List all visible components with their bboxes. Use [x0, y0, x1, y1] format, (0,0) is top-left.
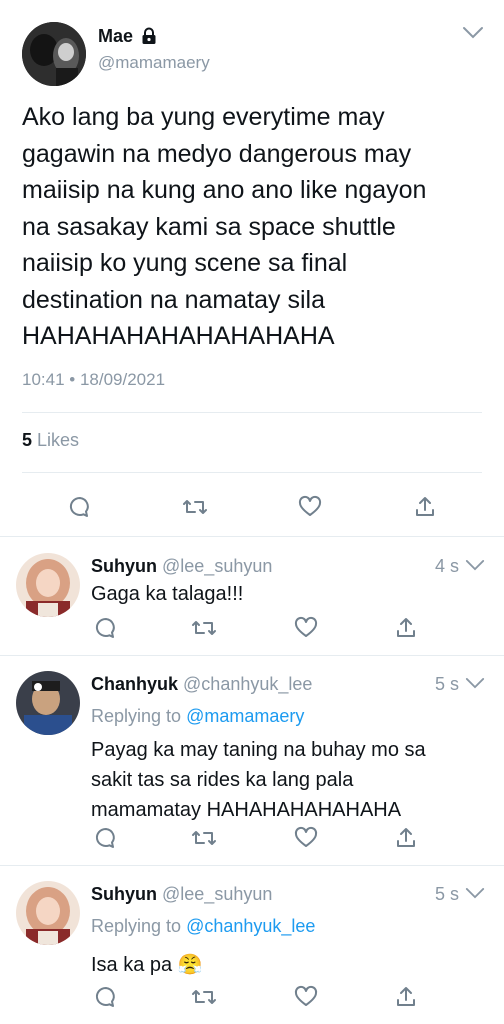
replying-to-handle[interactable]: @chanhyuk_lee: [186, 916, 315, 936]
likes-row[interactable]: 5 Likes: [22, 430, 79, 451]
reply-text: Isa ka pa 😤: [91, 950, 203, 980]
section-divider: [0, 865, 504, 866]
reply-line: Payag ka may taning na buhay mo sa: [91, 739, 426, 761]
share-icon[interactable]: [412, 494, 438, 520]
share-icon[interactable]: [393, 615, 419, 641]
section-divider: [0, 536, 504, 537]
reply-line: Gaga ka talaga!!!: [91, 583, 244, 605]
retweet-icon[interactable]: [191, 825, 217, 851]
replying-to-label: Replying to: [91, 916, 182, 936]
reply-author-name[interactable]: Suhyun: [91, 556, 157, 576]
reply-icon[interactable]: [67, 494, 93, 520]
likes-label: Likes: [37, 430, 80, 450]
tweet-line: Ako lang ba yung everytime may: [22, 103, 385, 131]
reply-author-handle[interactable]: @lee_suhyun: [162, 556, 272, 576]
reply-line: Isa ka pa 😤: [91, 954, 203, 976]
reply-avatar[interactable]: [16, 671, 80, 735]
share-icon[interactable]: [393, 825, 419, 851]
likes-count: 5: [22, 430, 33, 450]
tweet-line: na sasakay kami sa space shuttle: [22, 212, 396, 241]
reply-text: Gaga ka talaga!!!: [91, 579, 243, 609]
reply-avatar[interactable]: [16, 553, 80, 617]
tweet-line: HAHAHAHAHAHAHAHAHA: [22, 322, 335, 350]
reply-header: Suhyun @lee_suhyun: [91, 556, 272, 577]
reply-avatar[interactable]: [16, 881, 80, 945]
reply-text: Payag ka may taning na buhay mo sa sakit…: [91, 735, 426, 825]
tweet-line: naiisip ko yung scene sa final: [22, 249, 348, 277]
heart-icon[interactable]: [297, 494, 323, 520]
reply-age: 4 s: [435, 556, 460, 576]
replying-to: Replying to @mamamaery: [91, 706, 304, 727]
section-divider: [0, 655, 504, 656]
replying-to: Replying to @chanhyuk_lee: [91, 916, 315, 937]
reply-header: Chanhyuk @chanhyuk_lee: [91, 674, 312, 695]
reply-author-name[interactable]: Suhyun: [91, 884, 157, 904]
heart-icon[interactable]: [293, 825, 319, 851]
chevron-down-icon[interactable]: [465, 559, 487, 573]
replying-to-handle[interactable]: @mamamaery: [186, 706, 304, 726]
replying-to-label: Replying to: [91, 706, 182, 726]
heart-icon[interactable]: [293, 615, 319, 641]
reply-icon[interactable]: [93, 825, 119, 851]
heart-icon[interactable]: [293, 984, 319, 1010]
tweet-text: Ako lang ba yung everytime may gagawin n…: [22, 99, 492, 355]
reply-line: mamamatay HAHAHAHAHAHAHA: [91, 799, 402, 821]
retweet-icon[interactable]: [191, 615, 217, 641]
reply-header: Suhyun @lee_suhyun: [91, 884, 272, 905]
reply-age: 5 s: [435, 674, 460, 694]
tweet-line: gagawin na medyo dangerous may: [22, 139, 412, 168]
reply-age: 5 s: [435, 884, 460, 904]
author-name[interactable]: Mae: [98, 26, 133, 47]
retweet-icon[interactable]: [191, 984, 217, 1010]
tweet-line: maiisip na kung ano ano like ngayon: [22, 176, 427, 204]
reply-icon[interactable]: [93, 615, 119, 641]
author-avatar[interactable]: [22, 22, 86, 86]
reply-author-name[interactable]: Chanhyuk: [91, 674, 178, 694]
chevron-down-icon[interactable]: [465, 887, 487, 901]
tweet-line: destination na namatay sila: [22, 285, 325, 314]
reply-icon[interactable]: [93, 984, 119, 1010]
tweet-timestamp[interactable]: 10:41 • 18/09/2021: [22, 370, 165, 390]
lock-icon: [141, 27, 157, 50]
chevron-down-icon[interactable]: [465, 677, 487, 691]
retweet-icon[interactable]: [182, 494, 208, 520]
reply-author-handle[interactable]: @lee_suhyun: [162, 884, 272, 904]
chevron-down-icon[interactable]: [462, 26, 484, 40]
reply-author-handle[interactable]: @chanhyuk_lee: [183, 674, 312, 694]
divider: [22, 412, 482, 413]
author-handle[interactable]: @mamamaery: [98, 53, 210, 73]
divider: [22, 472, 482, 473]
share-icon[interactable]: [393, 984, 419, 1010]
reply-line: sakit tas sa rides ka lang pala: [91, 769, 354, 791]
